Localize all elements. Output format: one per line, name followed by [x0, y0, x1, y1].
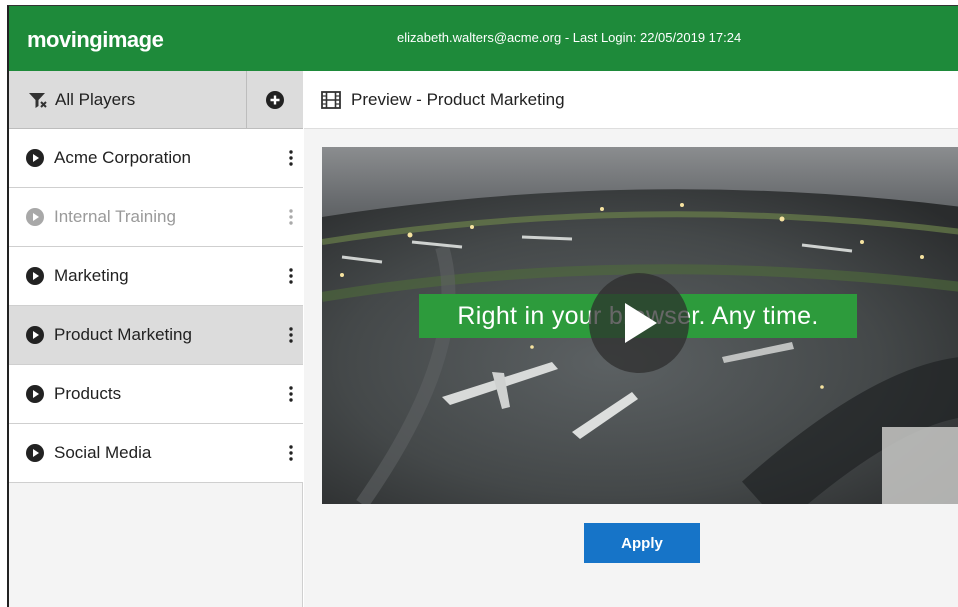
sidebar: All Players Acme Corporation Internal Tr… [9, 71, 303, 607]
logo-text: movingimage [27, 27, 164, 52]
kebab-menu-icon[interactable] [281, 320, 301, 350]
sidebar-item-label: Products [54, 384, 122, 403]
sidebar-item-marketing[interactable]: Marketing [9, 247, 303, 306]
apply-button[interactable]: Apply [584, 523, 700, 563]
app-window: movingimage elizabeth.walters@acme.org -… [7, 5, 958, 607]
sidebar-header: All Players [9, 71, 303, 129]
all-players-filter[interactable]: All Players [9, 71, 247, 128]
kebab-menu-icon[interactable] [281, 438, 301, 468]
sidebar-empty-area [9, 483, 302, 607]
play-icon [625, 303, 657, 343]
kebab-menu-icon[interactable] [281, 379, 301, 409]
sidebar-title: All Players [55, 89, 136, 109]
video-player[interactable]: Right in your browser. Any time. [322, 147, 958, 504]
sidebar-item-products[interactable]: Products [9, 365, 303, 424]
user-login-info: elizabeth.walters@acme.org - Last Login:… [397, 30, 742, 45]
add-player-button[interactable] [247, 71, 303, 128]
sidebar-item-label: Product Marketing [54, 325, 192, 344]
filter-icon [29, 92, 47, 108]
play-circle-icon [26, 326, 44, 344]
top-bar: movingimage elizabeth.walters@acme.org -… [9, 6, 958, 71]
sidebar-item-label: Internal Training [54, 207, 176, 226]
sidebar-item-product-marketing[interactable]: Product Marketing [9, 306, 303, 365]
sidebar-item-label: Marketing [54, 266, 129, 285]
kebab-menu-icon[interactable] [281, 143, 301, 173]
kebab-menu-icon[interactable] [281, 202, 301, 232]
sidebar-item-label: Social Media [54, 443, 152, 462]
page-title: Preview - Product Marketing [351, 89, 565, 109]
kebab-menu-icon[interactable] [281, 261, 301, 291]
play-circle-icon [26, 385, 44, 403]
play-circle-icon [26, 149, 44, 167]
play-circle-icon [26, 267, 44, 285]
logo: movingimage [27, 27, 164, 53]
play-circle-icon [26, 444, 44, 462]
sidebar-item-acme-corporation[interactable]: Acme Corporation [9, 129, 303, 188]
preview-header: Preview - Product Marketing [304, 71, 958, 129]
film-icon [321, 90, 341, 109]
video-play-button[interactable] [589, 273, 689, 373]
plus-circle-icon [266, 90, 284, 109]
preview-panel: Right in your browser. Any time. Apply [304, 129, 958, 607]
sidebar-item-internal-training[interactable]: Internal Training [9, 188, 303, 247]
sidebar-item-label: Acme Corporation [54, 148, 192, 167]
play-circle-icon [26, 208, 44, 226]
sidebar-item-social-media[interactable]: Social Media [9, 424, 303, 483]
